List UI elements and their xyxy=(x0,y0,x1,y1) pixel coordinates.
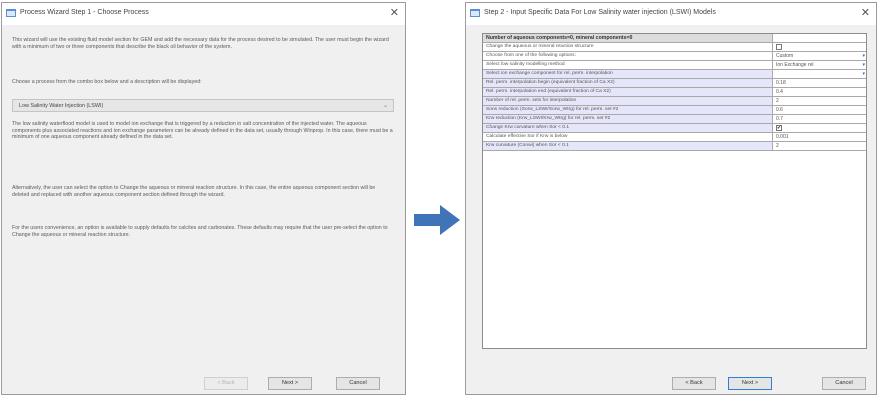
process-select-value: Low Salinity Water Injection (LSWI) xyxy=(19,103,104,109)
row-value-input[interactable]: 2 xyxy=(773,142,866,151)
grid-row: Select ion exchange component for rel. p… xyxy=(483,70,866,79)
back-button[interactable]: < Back xyxy=(672,377,716,390)
row-value: Ion Exchange rel xyxy=(776,62,814,68)
row-label: Sorw reduction (Sorw_LSWI/Sorw_Wtrg) for… xyxy=(483,106,773,115)
intro-text: This wizard will use the existing fluid … xyxy=(12,37,389,50)
property-grid: Number of aqueous components=0, mineral … xyxy=(482,33,867,349)
cancel-button[interactable]: Cancel xyxy=(822,377,866,390)
grid-row: Change Krw curvature when Sor < 0.1 ✔ xyxy=(483,124,866,133)
grid-row: Rel. perm. interpolation end (equivalent… xyxy=(483,88,866,97)
row-label: Rel. perm. interpolation end (equivalent… xyxy=(483,88,773,97)
row-label: Number of rel. perm. sets for interpolat… xyxy=(483,97,773,106)
title-bar: Process Wizard Step 1 - Choose Process ✕ xyxy=(2,3,405,25)
dropdown-arrow-icon[interactable]: ▾ xyxy=(862,70,865,78)
title-bar: Step 2 - Input Specific Data For Low Sal… xyxy=(466,3,876,25)
row-dropdown[interactable]: Ion Exchange rel ▾ xyxy=(773,61,866,70)
row-value-input[interactable]: 0.001 xyxy=(773,133,866,142)
dropdown-arrow-icon[interactable]: ▾ xyxy=(862,52,865,60)
dialog-title: Process Wizard Step 1 - Choose Process xyxy=(20,9,149,16)
row-label: Rel. perm. interpolation begin (equivale… xyxy=(483,79,773,88)
next-button[interactable]: Next > xyxy=(728,377,772,390)
row-value-input[interactable]: 0.7 xyxy=(773,115,866,124)
row-value: Custom xyxy=(776,53,794,59)
row-dropdown[interactable]: ▾ xyxy=(773,70,866,79)
close-icon[interactable]: ✕ xyxy=(861,7,870,19)
grid-row: Sorw reduction (Sorw_LSWI/Sorw_Wtrg) for… xyxy=(483,106,866,115)
row-value-input[interactable]: 0.18 xyxy=(773,79,866,88)
row-label: Calculate effective Sor if Krw is below xyxy=(483,133,773,142)
app-icon xyxy=(6,9,16,17)
description-text: The low salinity waterflood model is use… xyxy=(12,121,393,141)
row-label: Select low salinity modelling method xyxy=(483,61,773,70)
row-label: Choose from one of the following options… xyxy=(483,52,773,61)
row-label: Select ion exchange component for rel. p… xyxy=(483,70,773,79)
header-value-cell xyxy=(773,34,866,43)
alternative-text: Alternatively, the user can select the o… xyxy=(12,185,376,198)
right-arrow-icon xyxy=(414,205,460,235)
instruction-text: Choose a process from the combo box belo… xyxy=(12,79,202,85)
cancel-button[interactable]: Cancel xyxy=(336,377,380,390)
row-checkbox-cell[interactable]: ✔ xyxy=(773,124,866,133)
close-icon[interactable]: ✕ xyxy=(390,7,399,19)
row-value-input[interactable]: 2 xyxy=(773,97,866,106)
grid-row: Rel. perm. interpolation begin (equivale… xyxy=(483,79,866,88)
row-label: Krw curvature (Conwi) when Sor < 0.1 xyxy=(483,142,773,151)
row-dropdown[interactable]: Custom ▾ xyxy=(773,52,866,61)
grid-row: Number of rel. perm. sets for interpolat… xyxy=(483,97,866,106)
grid-header-row: Number of aqueous components=0, mineral … xyxy=(483,34,866,43)
checkbox[interactable] xyxy=(776,44,782,50)
row-value-input[interactable]: 0.6 xyxy=(773,106,866,115)
row-value-input[interactable]: 0.4 xyxy=(773,88,866,97)
next-button[interactable]: Next > xyxy=(268,377,312,390)
dropdown-arrow-icon[interactable]: ▾ xyxy=(862,61,865,69)
grid-row: Calculate effective Sor if Krw is below 0… xyxy=(483,133,866,142)
back-button[interactable]: < Back xyxy=(204,377,248,390)
row-checkbox-cell[interactable] xyxy=(773,43,866,52)
process-select[interactable]: Low Salinity Water Injection (LSWI) ⌄ xyxy=(12,99,394,112)
app-icon xyxy=(470,9,480,17)
row-label: Change the aqueous or mineral reaction s… xyxy=(483,43,773,52)
convenience-text: For the users convenience, an option is … xyxy=(12,225,388,238)
grid-row: Change the aqueous or mineral reaction s… xyxy=(483,43,866,52)
grid-row: Krw curvature (Conwi) when Sor < 0.1 2 xyxy=(483,142,866,151)
component-count-label: Number of aqueous components=0, mineral … xyxy=(483,34,773,43)
dialog-title: Step 2 - Input Specific Data For Low Sal… xyxy=(484,9,716,16)
grid-row: Choose from one of the following options… xyxy=(483,52,866,61)
chevron-down-icon: ⌄ xyxy=(382,103,388,109)
checkbox-checked[interactable]: ✔ xyxy=(776,125,782,131)
grid-row: Krw reduction (Krw_LSWI/Krw_Wtrg) for re… xyxy=(483,115,866,124)
row-label: Change Krw curvature when Sor < 0.1 xyxy=(483,124,773,133)
grid-row: Select low salinity modelling method Ion … xyxy=(483,61,866,70)
row-label: Krw reduction (Krw_LSWI/Krw_Wtrg) for re… xyxy=(483,115,773,124)
process-wizard-step1-dialog: Process Wizard Step 1 - Choose Process ✕… xyxy=(1,2,406,395)
process-wizard-step2-dialog: Step 2 - Input Specific Data For Low Sal… xyxy=(465,2,877,395)
